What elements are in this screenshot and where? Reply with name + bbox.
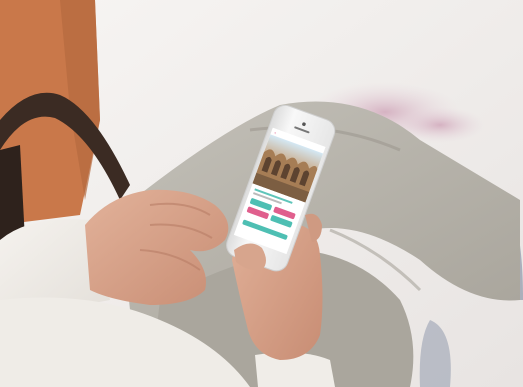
photo-scene: ‹ [0,0,523,387]
photo-illustration: ‹ [0,0,523,387]
